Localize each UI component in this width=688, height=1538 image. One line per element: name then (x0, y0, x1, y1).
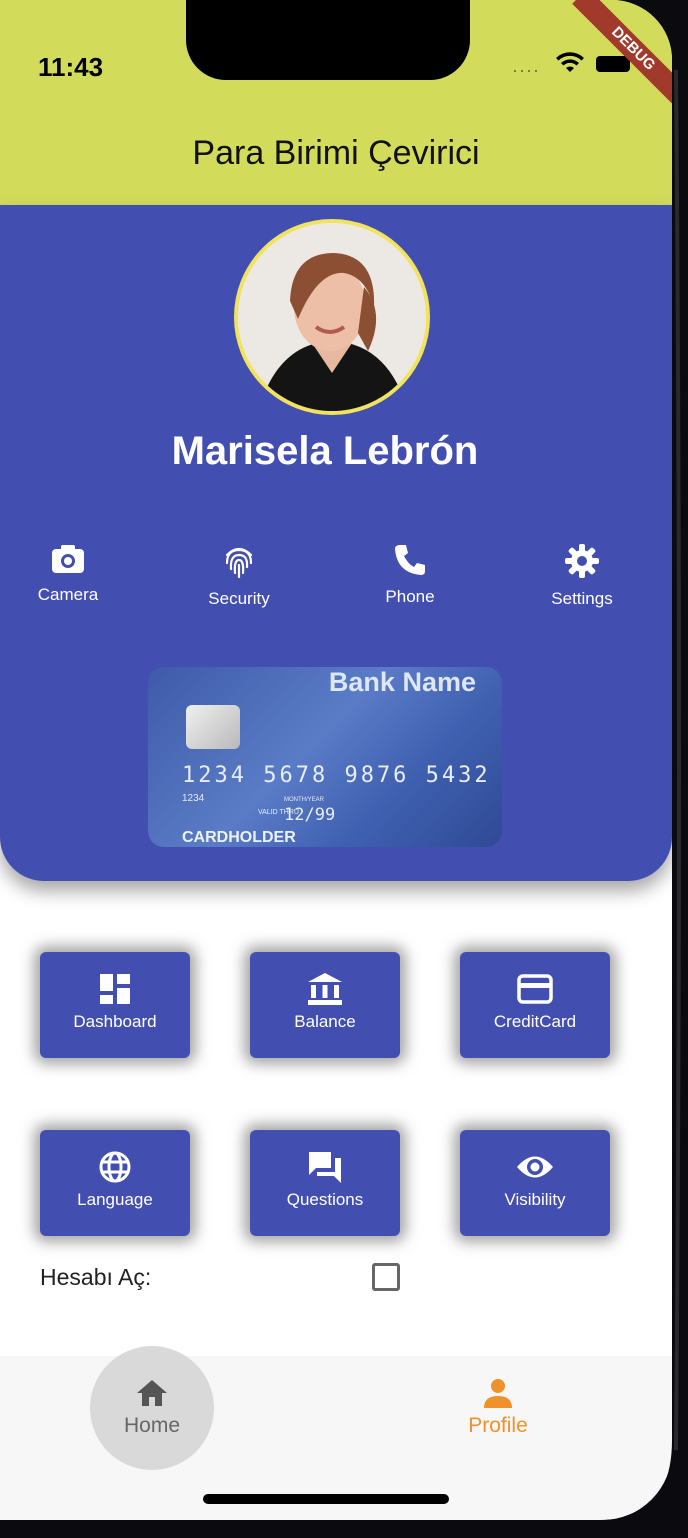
account-open-checkbox[interactable] (372, 1263, 400, 1291)
card-number: 1234 5678 9876 5432 (182, 763, 491, 788)
profile-header: Marisela Lebrón Camera Security Phone Se… (0, 205, 672, 881)
phone-icon (395, 545, 425, 575)
grid-button-label: Dashboard (73, 1012, 157, 1031)
grid-button-label: CreditCard (493, 1012, 577, 1031)
person-icon (484, 1379, 512, 1408)
app-bar: 11:43 ···· DEBUG Para Birimi Çevirici (0, 0, 672, 205)
card-month-year-label: MONTH/YEAR (284, 797, 325, 803)
grid-button-label: Questions (286, 1190, 364, 1209)
home-indicator[interactable] (203, 1494, 449, 1504)
bank-icon (308, 973, 342, 1005)
signal-icon: ···· (512, 60, 540, 80)
nav-home-label: Home (123, 1414, 181, 1437)
account-open-label: Hesabı Aç: (40, 1264, 152, 1290)
page-title: Para Birimi Çevirici (192, 134, 480, 172)
security-button[interactable]: Security (179, 543, 299, 609)
credit-card-image[interactable]: Bank Name 1234 5678 9876 5432 1234 VALID… (148, 667, 502, 847)
credit-card-icon (517, 974, 553, 1004)
chat-icon (309, 1152, 341, 1183)
action-label: Security (208, 589, 270, 608)
camera-button[interactable]: Camera (8, 543, 128, 605)
dashboard-icon (100, 974, 130, 1004)
dashboard-button[interactable]: Dashboard (40, 952, 190, 1058)
eye-icon (517, 1156, 553, 1178)
phone-button[interactable]: Phone (350, 543, 470, 607)
language-button[interactable]: Language (40, 1130, 190, 1236)
wifi-icon (556, 52, 584, 72)
nav-home[interactable]: Home (90, 1378, 214, 1438)
fingerprint-icon (225, 547, 253, 579)
nav-profile[interactable]: Profile (436, 1378, 560, 1438)
settings-button[interactable]: Settings (522, 543, 642, 609)
visibility-button[interactable]: Visibility (460, 1130, 610, 1236)
questions-button[interactable]: Questions (250, 1130, 400, 1236)
nav-profile-label: Profile (468, 1414, 528, 1437)
grid-button-label: Language (77, 1190, 153, 1209)
action-label: Camera (37, 585, 99, 604)
debug-banner: DEBUG (572, 0, 672, 110)
globe-icon (99, 1151, 131, 1183)
camera-icon (52, 545, 84, 573)
app-screen: 11:43 ···· DEBUG Para Birimi Çevirici Ma… (0, 0, 672, 1520)
card-small-number: 1234 (182, 793, 205, 804)
card-holder: CARDHOLDER (182, 829, 296, 846)
battery-icon (596, 56, 630, 72)
gear-icon (565, 544, 599, 578)
home-icon (137, 1380, 167, 1406)
user-name: Marisela Lebrón (171, 429, 479, 473)
status-time: 11:43 (38, 52, 104, 82)
card-expiry: 12/99 (284, 805, 336, 825)
avatar[interactable] (234, 219, 430, 415)
card-bank-name: Bank Name (328, 667, 476, 697)
grid-button-label: Balance (294, 1012, 356, 1031)
device-notch (186, 0, 470, 80)
action-label: Settings (551, 589, 613, 608)
grid-button-label: Visibility (504, 1190, 566, 1209)
card-chip-icon (186, 705, 240, 749)
balance-button[interactable]: Balance (250, 952, 400, 1058)
credit-card-button[interactable]: CreditCard (460, 952, 610, 1058)
action-label: Phone (385, 587, 435, 606)
